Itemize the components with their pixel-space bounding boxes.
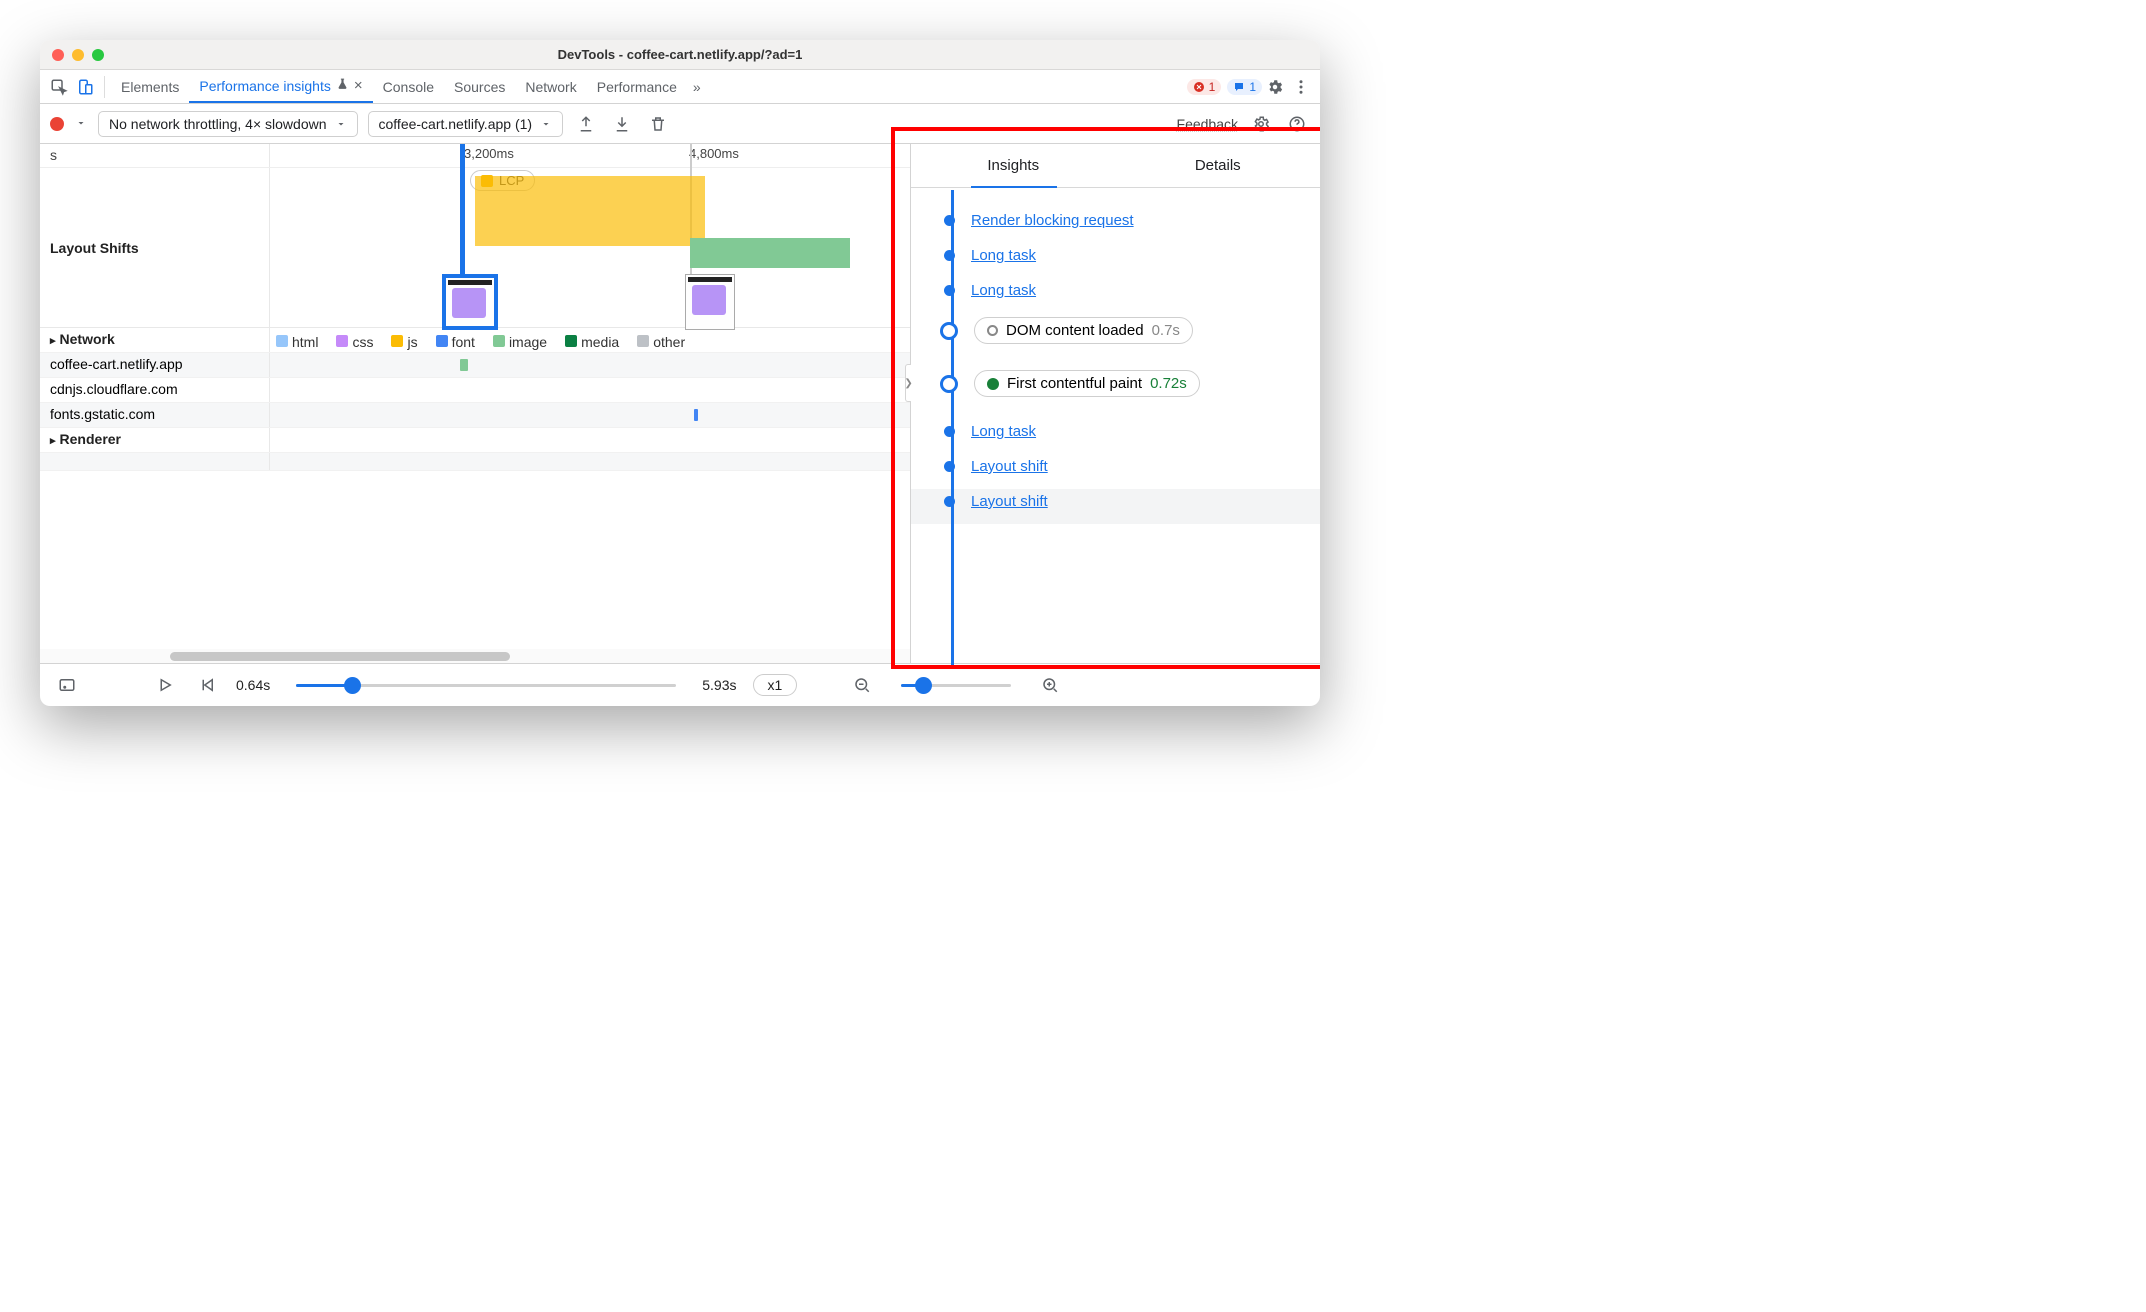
renderer-section-header[interactable]: ▸Renderer bbox=[40, 428, 910, 453]
tab-network[interactable]: Network bbox=[515, 70, 586, 103]
record-options[interactable] bbox=[74, 116, 88, 132]
insight-item[interactable]: Layout shift bbox=[911, 454, 1320, 489]
playback-speed[interactable]: x1 bbox=[753, 674, 798, 696]
settings-icon[interactable] bbox=[1262, 74, 1288, 100]
insight-item[interactable]: Render blocking request bbox=[911, 208, 1320, 243]
timeline-footer: 0.64s 5.93s x1 bbox=[40, 664, 1320, 706]
tab-console[interactable]: Console bbox=[373, 70, 444, 103]
export-icon[interactable] bbox=[573, 111, 599, 137]
layout-shifts-lane[interactable]: Layout Shifts bbox=[40, 168, 910, 328]
insight-item[interactable]: Long task bbox=[911, 278, 1320, 313]
import-icon[interactable] bbox=[609, 111, 635, 137]
toolbar-settings-icon[interactable] bbox=[1248, 111, 1274, 137]
network-legend: html css js font image media other bbox=[270, 328, 910, 356]
delete-icon[interactable] bbox=[645, 111, 671, 137]
origin-select[interactable]: coffee-cart.netlify.app (1) bbox=[368, 111, 564, 137]
panel-tabbar: Elements Performance insights × Console … bbox=[40, 70, 1320, 104]
issues-badge[interactable]: 1 bbox=[1227, 79, 1262, 95]
horizontal-scrollbar[interactable] bbox=[40, 649, 910, 663]
devtools-window: DevTools - coffee-cart.netlify.app/?ad=1… bbox=[40, 40, 1320, 706]
record-button[interactable] bbox=[50, 117, 64, 131]
more-tabs[interactable]: » bbox=[687, 70, 707, 103]
milestone-dom-content-loaded[interactable]: DOM content loaded 0.7s bbox=[911, 313, 1320, 366]
error-badge[interactable]: 1 bbox=[1187, 79, 1222, 95]
insights-pane: ❯ Insights Details Render blocking reque… bbox=[910, 144, 1320, 663]
milestone-first-contentful-paint[interactable]: First contentful paint 0.72s bbox=[911, 366, 1320, 419]
jump-to-start-icon[interactable] bbox=[194, 672, 220, 698]
insights-toolbar: No network throttling, 4× slowdown coffe… bbox=[40, 104, 1320, 144]
filmstrip-thumb[interactable] bbox=[685, 274, 735, 330]
network-row[interactable]: coffee-cart.netlify.app bbox=[40, 353, 910, 378]
tab-performance[interactable]: Performance bbox=[587, 70, 687, 103]
time-axis: s 3,200ms 4,800ms LCP bbox=[40, 144, 910, 168]
tab-elements[interactable]: Elements bbox=[111, 70, 189, 103]
flask-icon bbox=[336, 77, 349, 94]
zoom-slider[interactable] bbox=[901, 684, 1011, 687]
titlebar: DevTools - coffee-cart.netlify.app/?ad=1 bbox=[40, 40, 1320, 70]
panel-body: s 3,200ms 4,800ms LCP Layout Shifts bbox=[40, 144, 1320, 664]
network-row[interactable]: fonts.gstatic.com bbox=[40, 403, 910, 428]
insights-list: Render blocking request Long task Long t… bbox=[911, 190, 1320, 665]
kebab-menu-icon[interactable] bbox=[1288, 74, 1314, 100]
play-icon[interactable] bbox=[152, 672, 178, 698]
range-end: 5.93s bbox=[702, 677, 736, 693]
tab-sources[interactable]: Sources bbox=[444, 70, 515, 103]
window-title: DevTools - coffee-cart.netlify.app/?ad=1 bbox=[40, 47, 1320, 62]
tab-performance-insights[interactable]: Performance insights × bbox=[189, 70, 372, 103]
insight-item[interactable]: Long task bbox=[911, 419, 1320, 454]
zoom-out-icon[interactable] bbox=[849, 672, 875, 698]
pane-expand-handle[interactable]: ❯ bbox=[905, 364, 911, 402]
close-icon[interactable]: × bbox=[354, 77, 363, 94]
range-start: 0.64s bbox=[236, 677, 270, 693]
help-icon[interactable] bbox=[1284, 111, 1310, 137]
throttling-select[interactable]: No network throttling, 4× slowdown bbox=[98, 111, 358, 137]
insight-item[interactable]: Long task bbox=[911, 243, 1320, 278]
insight-tabbar: Insights Details bbox=[911, 144, 1320, 188]
feedback-link[interactable]: Feedback bbox=[1177, 116, 1238, 132]
tab-details[interactable]: Details bbox=[1116, 144, 1321, 187]
screenshots-toggle-icon[interactable] bbox=[54, 672, 80, 698]
network-section-header[interactable]: ▸Network html css js font image media ot… bbox=[40, 328, 910, 353]
filmstrip-thumb[interactable] bbox=[442, 274, 498, 330]
network-row[interactable]: cdnjs.cloudflare.com bbox=[40, 378, 910, 403]
device-toolbar-icon[interactable] bbox=[72, 74, 98, 100]
layout-shifts-label: Layout Shifts bbox=[40, 168, 270, 327]
row-placeholder bbox=[40, 453, 910, 471]
zoom-in-icon[interactable] bbox=[1037, 672, 1063, 698]
tab-insights[interactable]: Insights bbox=[911, 144, 1116, 187]
time-range-slider[interactable] bbox=[296, 684, 676, 687]
timeline-pane: s 3,200ms 4,800ms LCP Layout Shifts bbox=[40, 144, 910, 663]
inspect-element-icon[interactable] bbox=[46, 74, 72, 100]
insight-item[interactable]: Layout shift bbox=[911, 489, 1320, 524]
